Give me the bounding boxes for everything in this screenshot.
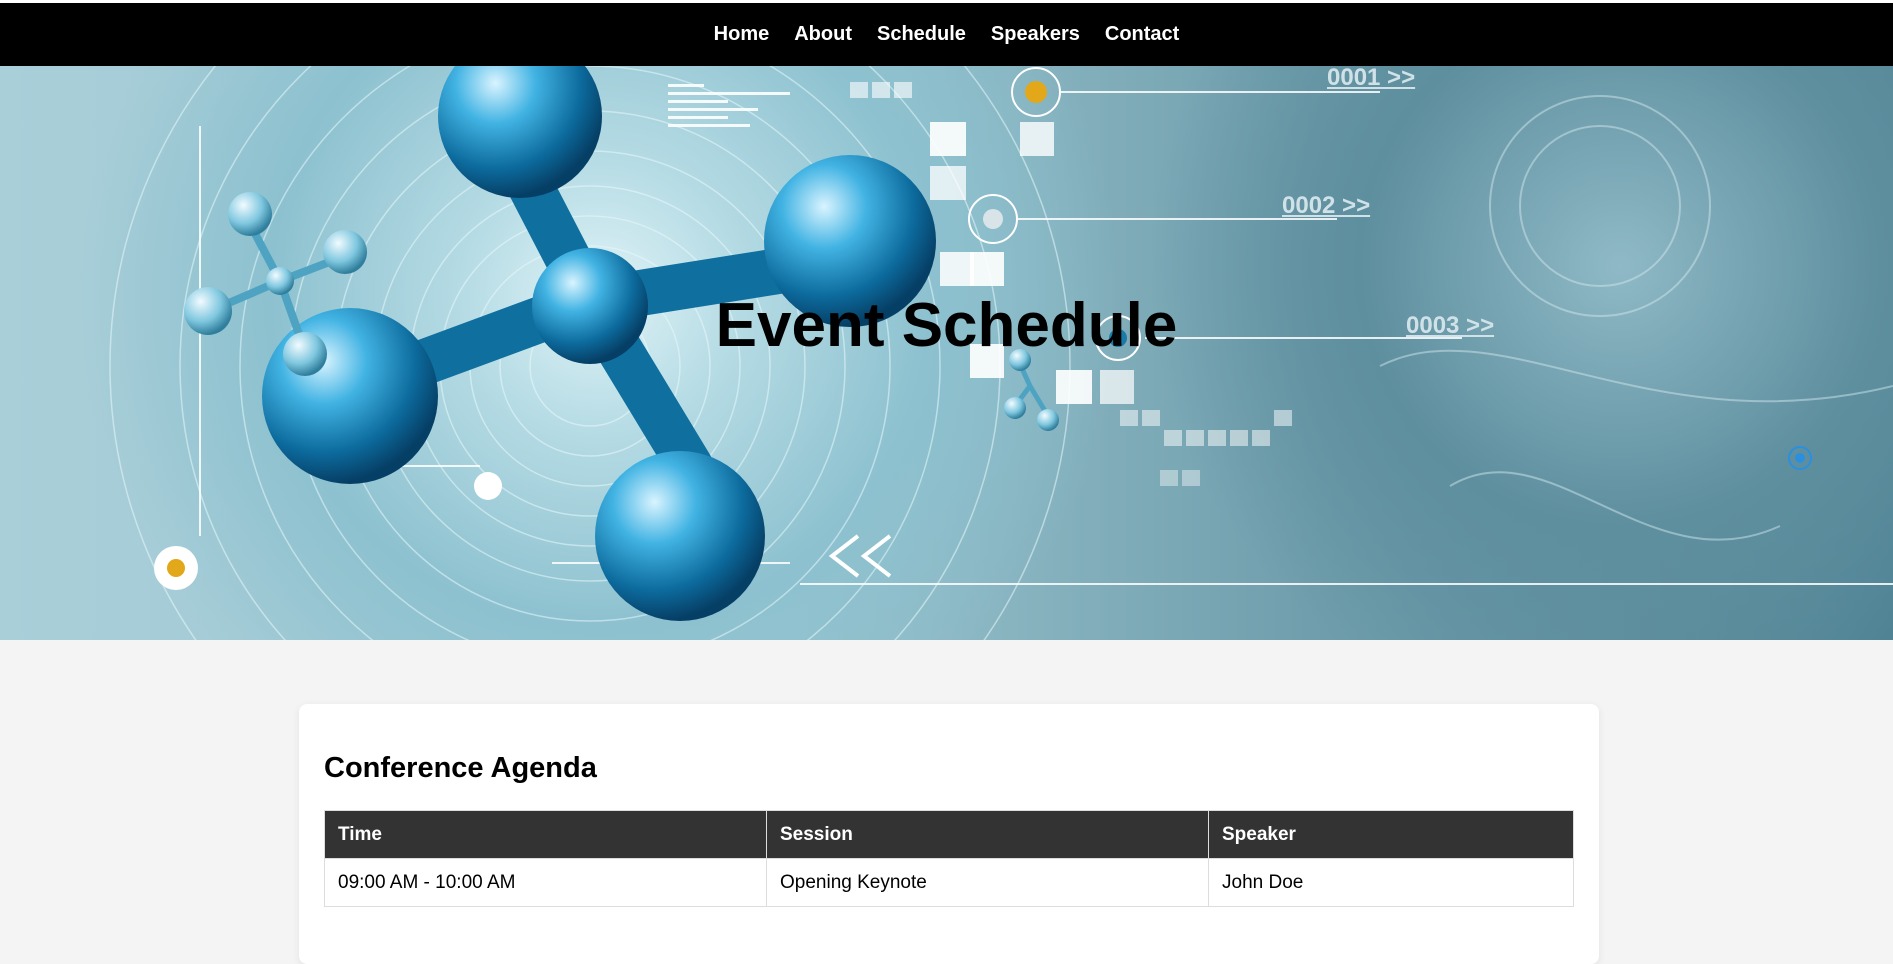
hero-title: Event Schedule xyxy=(715,291,1178,360)
agenda-title: Conference Agenda xyxy=(324,752,597,784)
cell-speaker: John Doe xyxy=(1208,858,1574,907)
column-header-time: Time xyxy=(324,810,767,859)
nav-about-link[interactable]: About xyxy=(794,23,852,46)
table-row: 09:00 AM - 10:00 AM Opening Keynote John… xyxy=(324,858,1574,907)
nav-home-link[interactable]: Home xyxy=(714,23,770,46)
nav-contact-link[interactable]: Contact xyxy=(1105,23,1179,46)
hero-banner: 0001 >> 0002 >> 0003 >> Event Schedule xyxy=(0,66,1893,640)
column-header-session: Session xyxy=(766,810,1209,859)
cell-time: 09:00 AM - 10:00 AM xyxy=(324,858,767,907)
main-nav: Home About Schedule Speakers Contact xyxy=(0,3,1893,66)
nav-schedule-link[interactable]: Schedule xyxy=(877,23,966,46)
table-header-row: Time Session Speaker xyxy=(324,810,1574,859)
agenda-card: Conference Agenda Time Session Speaker 0… xyxy=(299,704,1599,964)
nav-speakers-link[interactable]: Speakers xyxy=(991,23,1080,46)
column-header-speaker: Speaker xyxy=(1208,810,1574,859)
cell-session: Opening Keynote xyxy=(766,858,1209,907)
hero-label-1: 0001 >> xyxy=(1327,66,1416,91)
hero-label-2: 0002 >> xyxy=(1282,192,1371,219)
agenda-table: Time Session Speaker 09:00 AM - 10:00 AM… xyxy=(324,810,1574,907)
